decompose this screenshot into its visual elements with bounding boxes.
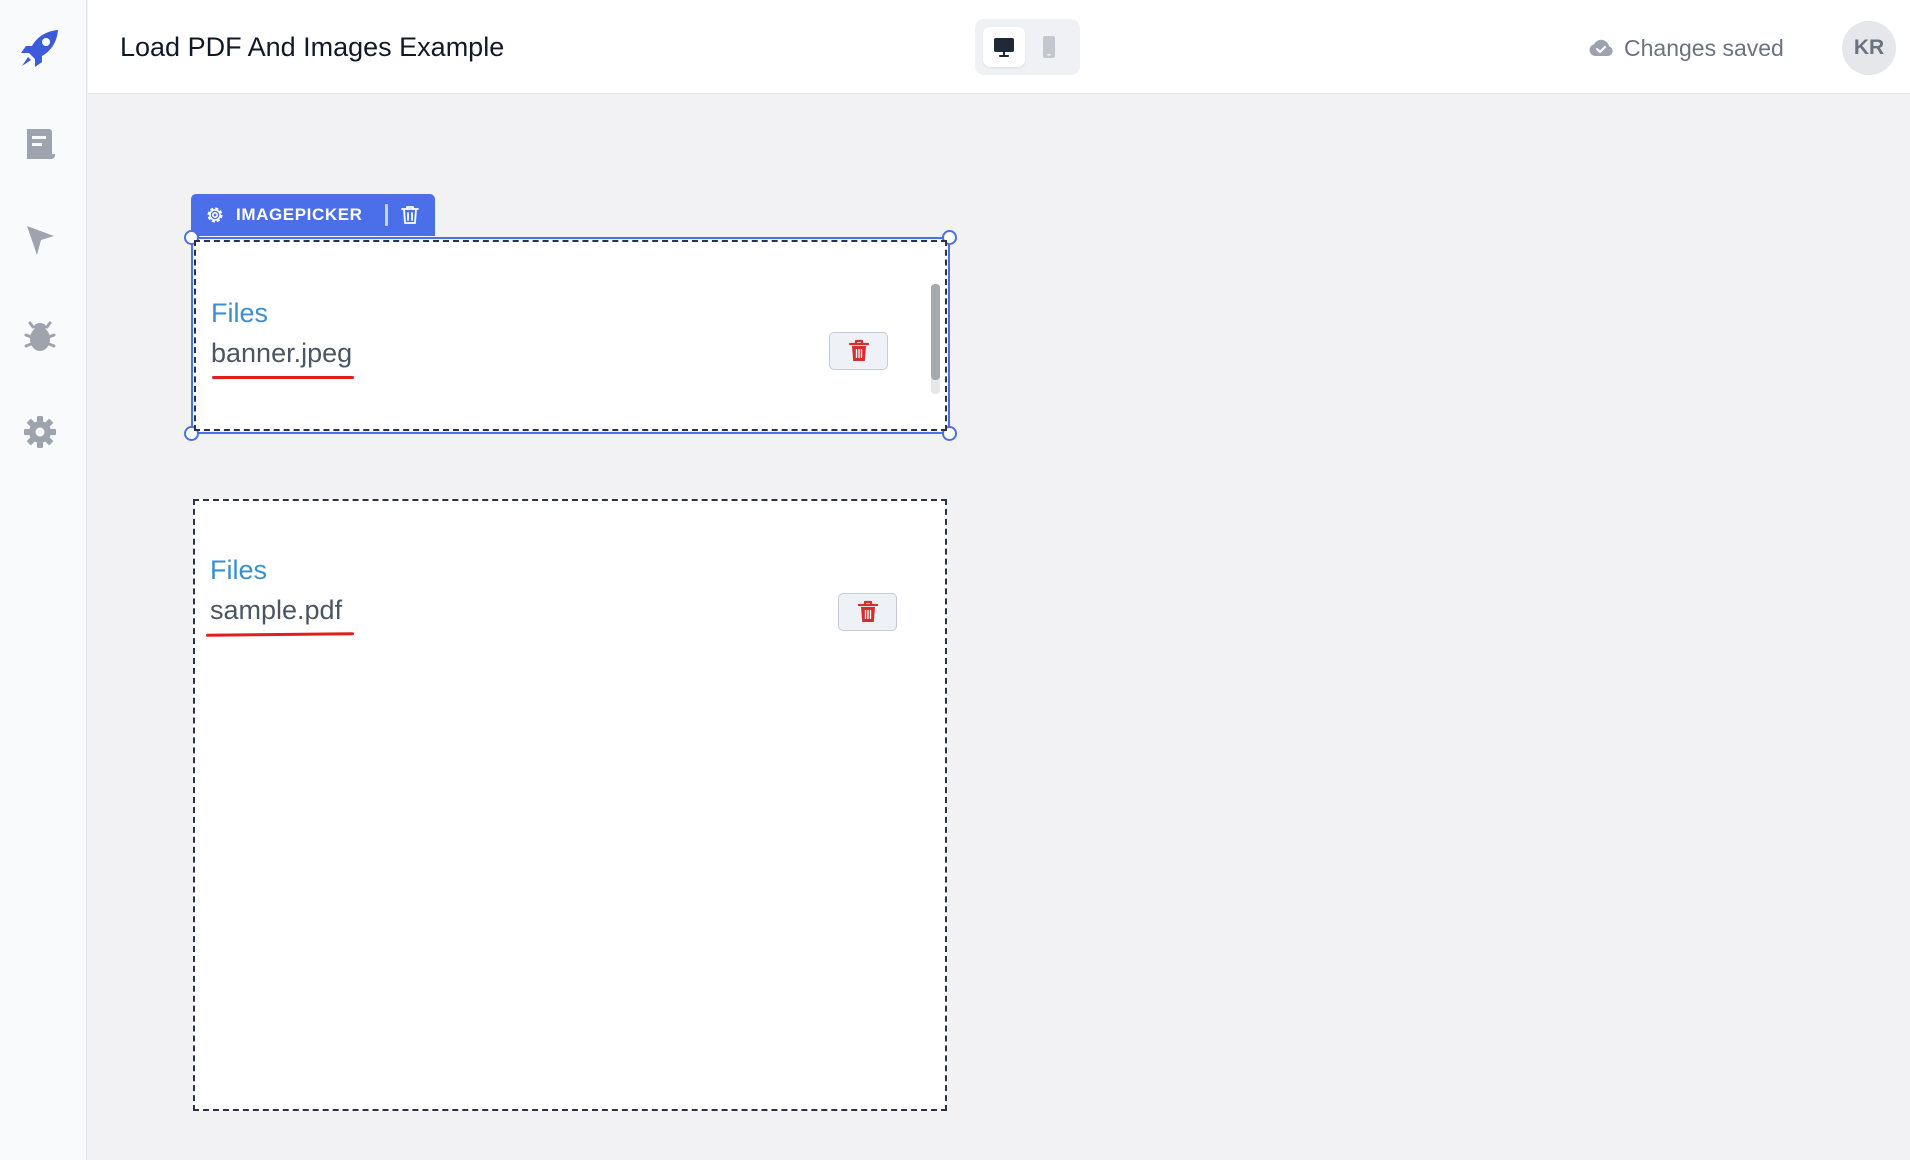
app-title-input[interactable] [120, 26, 522, 68]
file-name-link[interactable]: banner.jpeg [211, 338, 352, 369]
editor-document-icon[interactable] [18, 122, 62, 166]
widget-delete-button[interactable] [398, 194, 422, 236]
trash-icon [857, 600, 878, 622]
toolbar-divider [384, 204, 388, 226]
desktop-view-button[interactable] [983, 27, 1025, 67]
widget-scrollbar[interactable] [931, 284, 940, 394]
top-header: Changes saved KR [88, 0, 1910, 94]
trash-icon [848, 339, 869, 361]
widget-toolbar: IMAGEPICKER [191, 194, 435, 236]
gear-icon [207, 207, 223, 223]
file-list-widget[interactable]: Files sample.pdf [193, 499, 947, 1111]
file-name-underline [205, 632, 355, 637]
cloud-check-icon [1589, 39, 1613, 56]
widget-type-label: IMAGEPICKER [236, 205, 363, 224]
gear-icon[interactable] [18, 410, 62, 454]
file-name-underline [212, 376, 354, 379]
send-arrow-icon[interactable] [18, 218, 62, 262]
scrollbar-thumb[interactable] [931, 284, 940, 380]
phone-icon [1043, 36, 1055, 58]
bug-icon[interactable] [18, 314, 62, 358]
files-label: Files [211, 298, 269, 328]
rocket-icon[interactable] [16, 24, 64, 72]
save-status: Changes saved [1588, 30, 1784, 66]
save-status-text: Changes saved [1624, 34, 1784, 61]
trash-icon [400, 206, 419, 224]
delete-file-button[interactable] [838, 593, 897, 631]
delete-file-button[interactable] [829, 332, 888, 370]
files-label: Files [210, 555, 268, 585]
monitor-icon [994, 38, 1014, 57]
widget-settings-button[interactable] [191, 194, 225, 236]
file-name-link[interactable]: sample.pdf [210, 595, 342, 626]
left-sidebar [0, 0, 87, 1160]
mobile-view-button[interactable] [1028, 27, 1070, 67]
imagepicker-widget[interactable]: Files banner.jpeg [194, 240, 947, 431]
device-toggle [975, 19, 1080, 75]
user-avatar[interactable]: KR [1842, 21, 1896, 75]
